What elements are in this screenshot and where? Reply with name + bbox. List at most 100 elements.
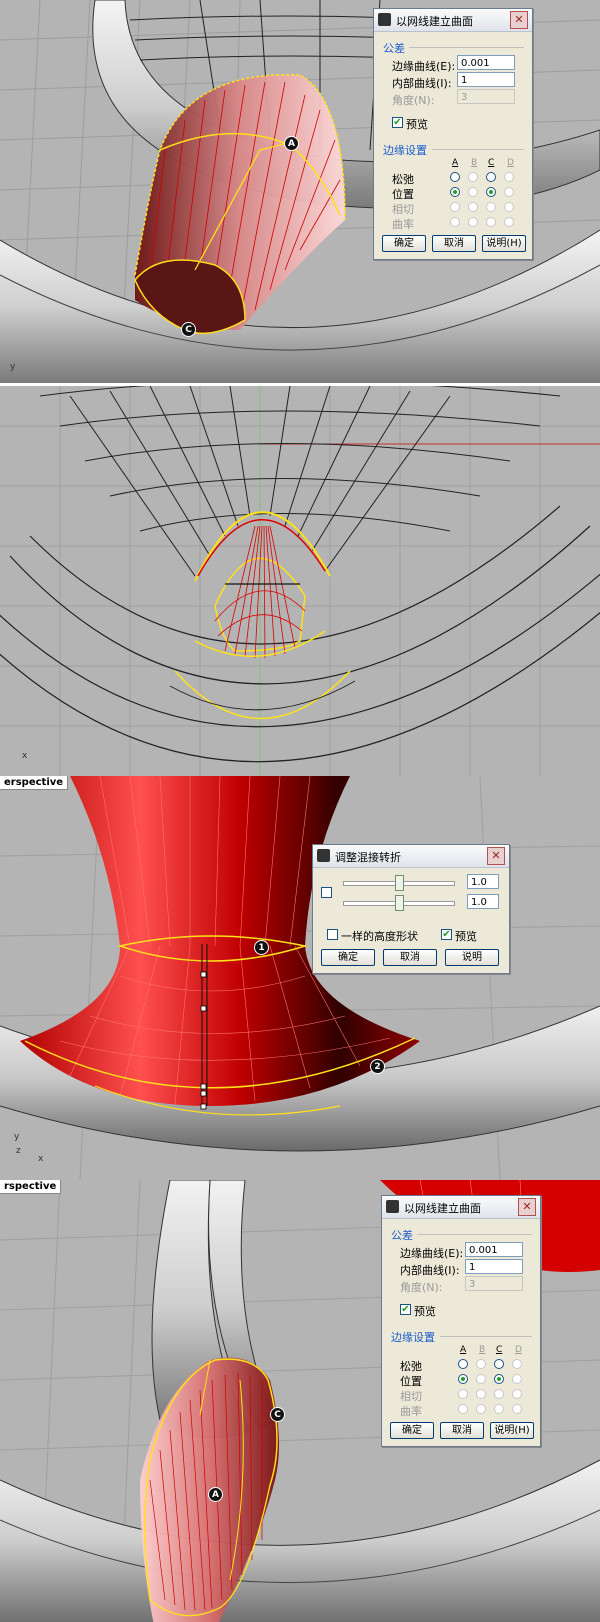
preview-checkbox[interactable]: ✔: [400, 1304, 411, 1315]
marker-a: A: [284, 136, 299, 151]
dialog-title-bar[interactable]: 以网线建立曲面 ✕: [374, 9, 532, 32]
preview-checkbox[interactable]: ✔: [392, 117, 403, 128]
curvature-b-radio[interactable]: [476, 1404, 486, 1414]
dialog-title: 调整混接转折: [335, 851, 401, 864]
network-surface-dialog[interactable]: 以网线建立曲面 ✕ 公差 边缘曲线(E): 0.001 内部曲线(I): 1 角…: [381, 1195, 541, 1447]
loose-d-radio[interactable]: [504, 172, 514, 182]
position-d-radio[interactable]: [504, 187, 514, 197]
close-button[interactable]: ✕: [518, 1198, 536, 1216]
tangent-c-radio[interactable]: [494, 1389, 504, 1399]
curvature-label: 曲率: [400, 1405, 422, 1418]
dialog-title: 以网线建立曲面: [396, 15, 473, 28]
link-sliders-checkbox[interactable]: [321, 887, 332, 898]
tangent-c-radio[interactable]: [486, 202, 496, 212]
loose-b-radio[interactable]: [468, 172, 478, 182]
tangent-a-radio[interactable]: [450, 202, 460, 212]
loose-d-radio[interactable]: [512, 1359, 522, 1369]
inner-curves-input[interactable]: 1: [465, 1259, 523, 1274]
tangent-label: 相切: [400, 1390, 422, 1403]
position-b-radio[interactable]: [476, 1374, 486, 1384]
viewport-panel-3[interactable]: erspective 1 2 y z x 调整混接转折 ✕ 1.0 1.0 一样…: [0, 776, 600, 1180]
slider-2-thumb[interactable]: [395, 895, 404, 911]
loose-a-radio[interactable]: [450, 172, 460, 182]
ok-button[interactable]: 确定: [321, 949, 375, 966]
axis-label: y: [10, 362, 16, 372]
position-d-radio[interactable]: [512, 1374, 522, 1384]
position-c-radio[interactable]: [486, 187, 496, 197]
rhino-app-icon: [378, 13, 391, 26]
tangent-b-radio[interactable]: [468, 202, 478, 212]
network-surface-dialog[interactable]: 以网线建立曲面 ✕ 公差 边缘曲线(E): 0.001 内部曲线(I): 1 角…: [373, 8, 533, 260]
axis-x: x: [38, 1154, 44, 1164]
curvature-a-radio[interactable]: [458, 1404, 468, 1414]
same-height-label: 一样的高度形状: [341, 930, 418, 943]
position-c-radio[interactable]: [494, 1374, 504, 1384]
slider-1-value[interactable]: 1.0: [467, 874, 499, 889]
preview-checkbox[interactable]: ✔: [441, 929, 452, 940]
angle-input[interactable]: 3: [457, 89, 515, 104]
tangent-a-radio[interactable]: [458, 1389, 468, 1399]
curvature-c-radio[interactable]: [494, 1404, 504, 1414]
column-b: B: [479, 1345, 486, 1355]
angle-input[interactable]: 3: [465, 1276, 523, 1291]
cancel-button[interactable]: 取消: [432, 235, 476, 252]
viewport-panel-1[interactable]: A C y 以网线建立曲面 ✕ 公差 边缘曲线(E): 0.001 内部曲线(I…: [0, 0, 600, 383]
help-button[interactable]: 说明: [445, 949, 499, 966]
dialog-title-bar[interactable]: 以网线建立曲面 ✕: [382, 1196, 540, 1219]
section-divider: [409, 47, 524, 48]
slider-2-value[interactable]: 1.0: [467, 894, 499, 909]
position-label: 位置: [400, 1375, 422, 1388]
adjust-blend-dialog[interactable]: 调整混接转折 ✕ 1.0 1.0 一样的高度形状 ✔ 预览 确定 取消 说明: [312, 844, 510, 974]
viewport-label: rspective: [0, 1180, 62, 1194]
rhino-app-icon: [386, 1200, 399, 1213]
viewport-panel-2[interactable]: x: [0, 386, 600, 776]
marker-a: A: [208, 1487, 223, 1502]
section-divider: [440, 1336, 532, 1337]
tolerance-section-label: 公差: [391, 1229, 413, 1242]
slider-1-thumb[interactable]: [395, 875, 404, 891]
column-c: C: [488, 158, 495, 168]
tangent-d-radio[interactable]: [504, 202, 514, 212]
curvature-a-radio[interactable]: [450, 217, 460, 227]
tangent-b-radio[interactable]: [476, 1389, 486, 1399]
tolerance-section-label: 公差: [383, 42, 405, 55]
inner-curves-input[interactable]: 1: [457, 72, 515, 87]
position-a-radio[interactable]: [450, 187, 460, 197]
viewport-scene-3: [0, 776, 600, 1180]
rhino-app-icon: [317, 849, 330, 862]
viewport-panel-4[interactable]: rspective C A 以网线建立曲面 ✕ 公差 边缘曲线(E): 0.00…: [0, 1180, 600, 1622]
column-b: B: [471, 158, 478, 168]
angle-label: 角度(N):: [400, 1281, 443, 1294]
edge-curves-input[interactable]: 0.001: [457, 55, 515, 70]
loose-b-radio[interactable]: [476, 1359, 486, 1369]
ok-button[interactable]: 确定: [390, 1422, 434, 1439]
curvature-d-radio[interactable]: [512, 1404, 522, 1414]
edge-curves-label: 边缘曲线(E):: [400, 1247, 464, 1260]
help-button[interactable]: 说明(H): [482, 235, 526, 252]
close-button[interactable]: ✕: [510, 11, 528, 29]
curvature-b-radio[interactable]: [468, 217, 478, 227]
cancel-button[interactable]: 取消: [383, 949, 437, 966]
dialog-title-bar[interactable]: 调整混接转折 ✕: [313, 845, 509, 868]
preview-label: 预览: [414, 1305, 436, 1318]
ok-button[interactable]: 确定: [382, 235, 426, 252]
column-d: D: [515, 1345, 522, 1355]
edge-curves-input[interactable]: 0.001: [465, 1242, 523, 1257]
curvature-d-radio[interactable]: [504, 217, 514, 227]
curvature-c-radio[interactable]: [486, 217, 496, 227]
help-button[interactable]: 说明(H): [490, 1422, 534, 1439]
column-a: A: [460, 1345, 467, 1355]
edge-settings-section-label: 边缘设置: [391, 1331, 435, 1344]
marker-c: C: [181, 322, 196, 337]
loose-c-radio[interactable]: [494, 1359, 504, 1369]
column-a: A: [452, 158, 459, 168]
same-height-checkbox[interactable]: [327, 929, 338, 940]
cancel-button[interactable]: 取消: [440, 1422, 484, 1439]
loose-c-radio[interactable]: [486, 172, 496, 182]
close-button[interactable]: ✕: [487, 847, 505, 865]
inner-curves-label: 内部曲线(I):: [392, 77, 452, 90]
loose-a-radio[interactable]: [458, 1359, 468, 1369]
position-a-radio[interactable]: [458, 1374, 468, 1384]
position-b-radio[interactable]: [468, 187, 478, 197]
tangent-d-radio[interactable]: [512, 1389, 522, 1399]
